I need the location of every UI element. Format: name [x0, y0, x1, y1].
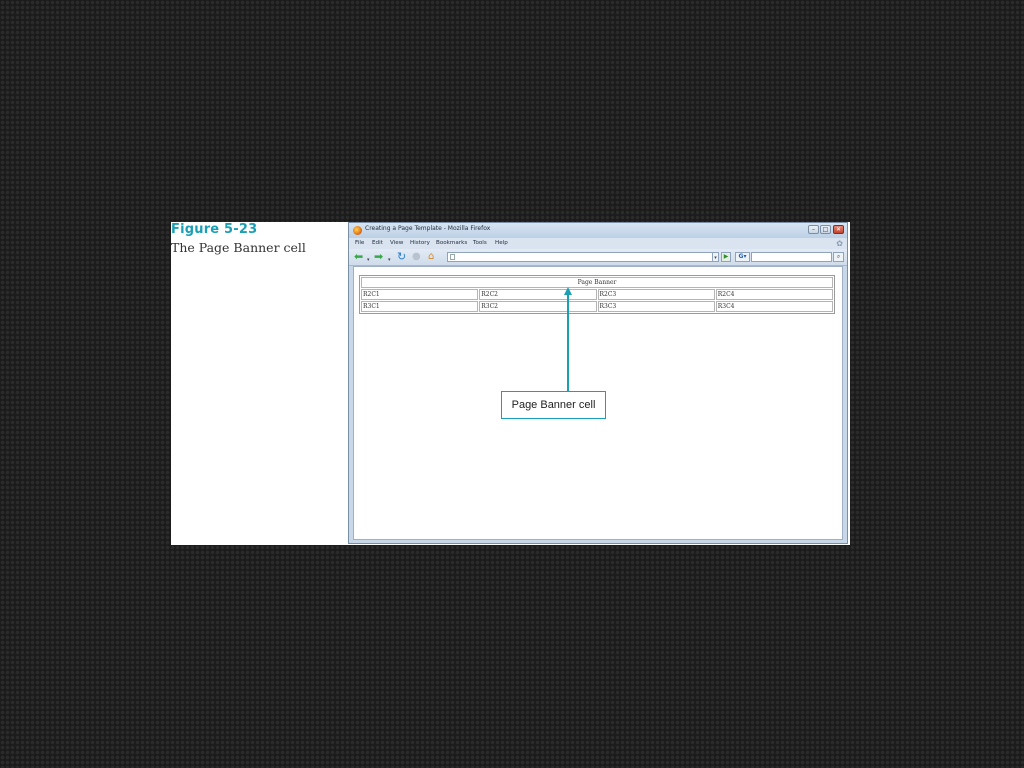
table-cell: R3C2	[479, 301, 597, 312]
address-bar[interactable]	[447, 252, 716, 262]
figure-title: The Page Banner cell	[171, 240, 306, 255]
caption-panel: Figure 5-23 The Page Banner cell	[171, 222, 348, 545]
gear-icon[interactable]: ✿	[836, 239, 843, 248]
table-row: R2C1 R2C2 R2C3 R2C4	[361, 289, 833, 300]
slide: Figure 5-23 The Page Banner cell Creatin…	[171, 222, 850, 545]
table-cell: R3C3	[597, 301, 715, 312]
search-input[interactable]	[751, 252, 832, 262]
menu-file[interactable]: File	[355, 240, 364, 246]
search-icon[interactable]: ⌕	[833, 252, 844, 262]
window-title: Creating a Page Template - Mozilla Firef…	[365, 225, 491, 232]
page-banner-cell: Page Banner	[361, 277, 833, 288]
browser-window: Creating a Page Template - Mozilla Firef…	[348, 222, 848, 544]
table-cell: R3C4	[715, 301, 833, 312]
page-viewport: Page Banner R2C1 R2C2 R2C3 R2C4 R3C1 R3C…	[353, 266, 843, 540]
home-icon[interactable]: ⌂	[428, 252, 434, 262]
title-bar: Creating a Page Template - Mozilla Firef…	[349, 223, 847, 238]
table-row: R3C1 R3C2 R3C3 R3C4	[361, 301, 833, 312]
forward-icon[interactable]: ➡	[374, 251, 383, 262]
table-cell: R2C4	[715, 289, 833, 300]
reload-icon[interactable]: ↻	[397, 251, 406, 262]
back-icon[interactable]: ⬅	[354, 251, 363, 262]
page-template-table: Page Banner R2C1 R2C2 R2C3 R2C4 R3C1 R3C…	[359, 275, 835, 314]
menu-view[interactable]: View	[390, 240, 403, 246]
menu-bar: File Edit View History Bookmarks Tools H…	[349, 238, 847, 249]
menu-help[interactable]: Help	[495, 240, 508, 246]
page-icon	[450, 254, 455, 260]
back-history-dropdown-icon[interactable]: ▾	[367, 255, 370, 265]
address-dropdown-icon[interactable]: ▾	[712, 252, 719, 262]
stop-icon[interactable]: ●	[412, 252, 421, 262]
maximize-button[interactable]: □	[820, 225, 831, 234]
go-button[interactable]: ▶	[721, 252, 731, 262]
close-button[interactable]: ✕	[833, 225, 844, 234]
menu-edit[interactable]: Edit	[372, 240, 383, 246]
menu-history[interactable]: History	[410, 240, 430, 246]
navigation-toolbar: ⬅ ▾ ➡ ▾ ↻ ● ⌂ ▾ ▶ G▾ ⌕	[349, 249, 847, 266]
table-cell: R2C3	[597, 289, 715, 300]
callout-arrow-line	[567, 294, 569, 391]
search-engine-icon[interactable]: G▾	[735, 252, 750, 262]
forward-history-dropdown-icon[interactable]: ▾	[388, 255, 391, 265]
table-cell: R2C2	[479, 289, 597, 300]
menu-bookmarks[interactable]: Bookmarks	[436, 240, 467, 246]
minimize-button[interactable]: –	[808, 225, 819, 234]
figure-number: Figure 5-23	[171, 222, 258, 237]
menu-tools[interactable]: Tools	[473, 240, 487, 246]
firefox-logo-icon	[353, 226, 362, 235]
callout-label: Page Banner cell	[501, 391, 606, 419]
table-cell: R3C1	[361, 301, 479, 312]
table-cell: R2C1	[361, 289, 479, 300]
table-row: Page Banner	[361, 277, 833, 288]
